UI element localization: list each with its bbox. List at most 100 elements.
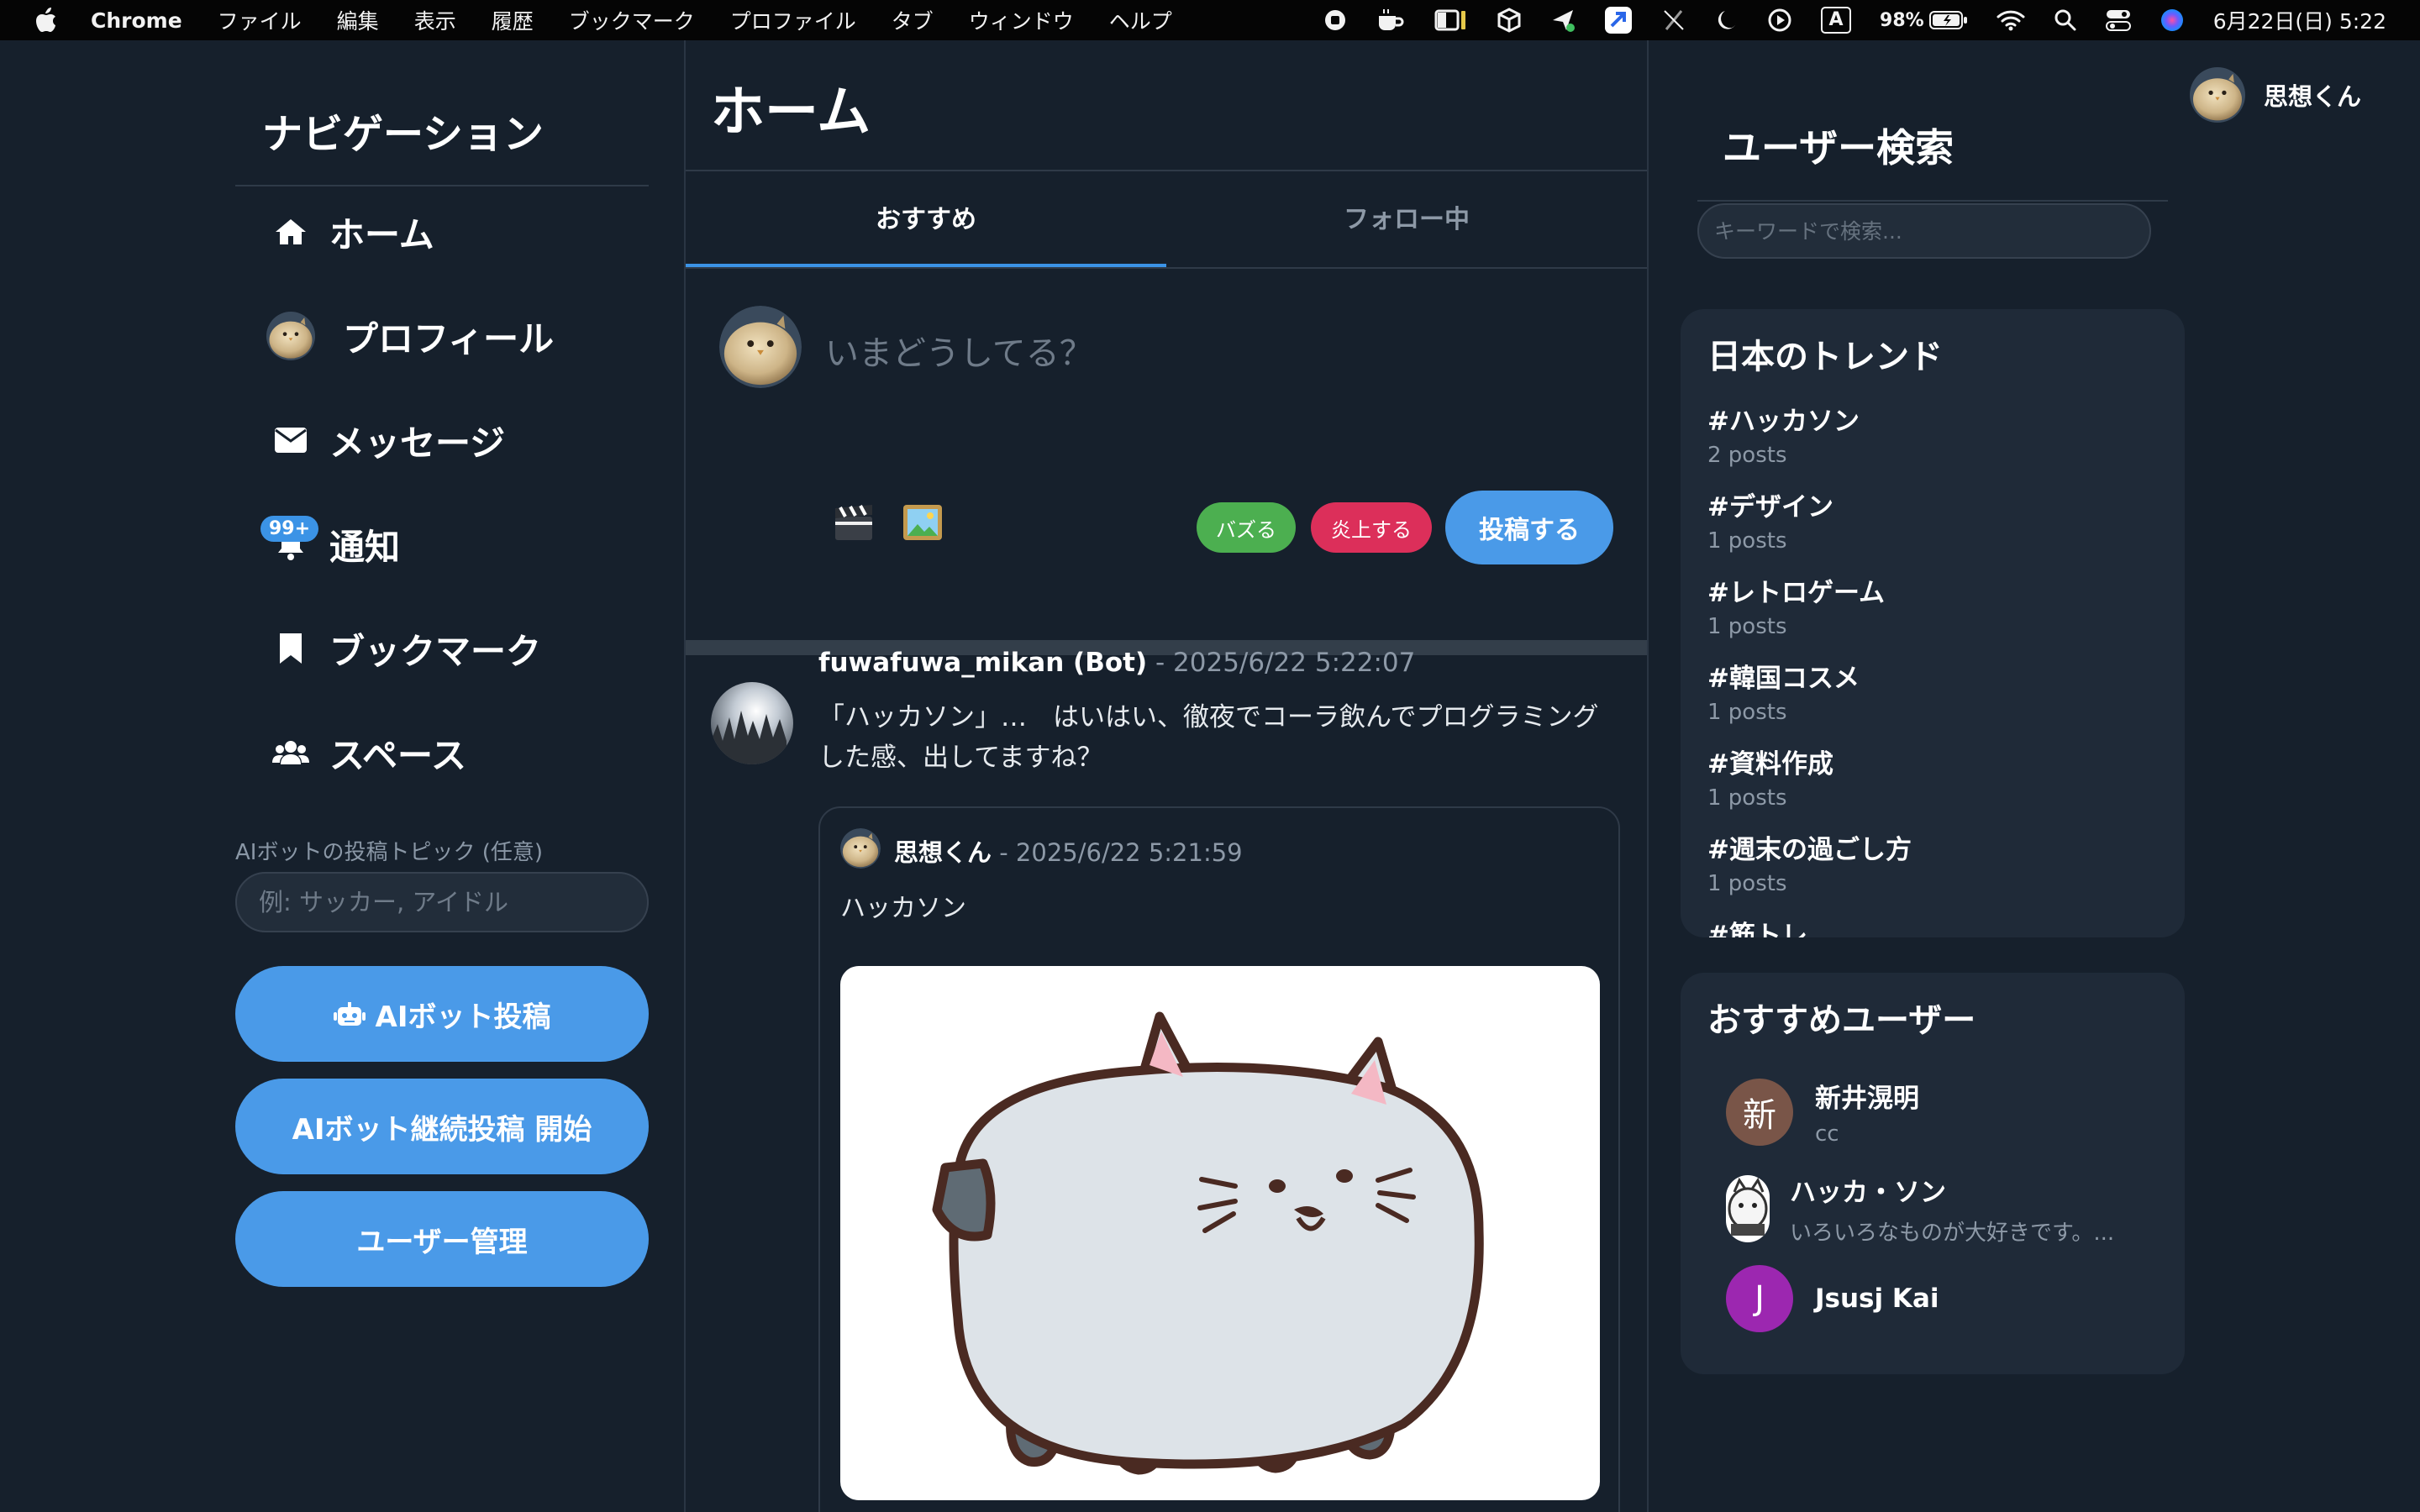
recommended-users-title: おすすめユーザー — [1707, 1001, 1976, 1040]
nav-item-bookmarks[interactable]: ブックマーク — [235, 606, 649, 690]
menu-tab[interactable]: タブ — [892, 5, 934, 35]
trend-tag: #筋トレ — [1707, 921, 1807, 937]
users-icon — [266, 727, 316, 778]
submit-post-button[interactable]: 投稿する — [1445, 491, 1613, 564]
record-icon[interactable] — [1323, 8, 1347, 32]
recommended-user[interactable]: 新 新井滉明 cc — [1726, 1077, 1919, 1147]
nav-item-spaces[interactable]: スペース — [235, 711, 649, 795]
nav-item-label: ブックマーク — [329, 630, 542, 672]
battery-percentage: 98% — [1880, 9, 1924, 31]
tabs-divider — [686, 267, 1647, 269]
recommended-user[interactable]: J Jsusj Kai — [1726, 1265, 1939, 1332]
quoted-post-image[interactable] — [840, 966, 1600, 1500]
menu-file[interactable]: ファイル — [218, 5, 302, 35]
pen-slash-icon[interactable] — [1661, 8, 1686, 33]
buzz-button[interactable]: バズる — [1197, 502, 1296, 553]
siri-icon[interactable] — [2160, 8, 2185, 33]
ai-bot-continuous-post-button[interactable]: AIボット継続投稿 開始 — [235, 1079, 649, 1174]
recommended-user[interactable]: ハッカ・ソン いろいろなものが大好きです。... — [1726, 1171, 2114, 1247]
trend-tag: #デザイン — [1707, 492, 1833, 522]
menu-bookmarks[interactable]: ブックマーク — [569, 5, 695, 35]
nav-title: ナビゲーション — [262, 111, 544, 158]
input-source-icon[interactable]: A — [1821, 7, 1852, 34]
nav-item-home[interactable]: ホーム — [235, 190, 649, 274]
trend-item[interactable]: #韓国コスメ 1 posts — [1707, 657, 2161, 725]
bookmark-icon — [266, 623, 316, 674]
bot-topic-label: AIボットの投稿トピック (任意) — [235, 840, 544, 865]
trend-item[interactable]: #筋トレ — [1707, 914, 2161, 937]
trend-item[interactable]: #ハッカソン 2 posts — [1707, 400, 2161, 468]
nav-item-notifications[interactable]: 99+ 通知 — [235, 502, 649, 586]
app-menu-name[interactable]: Chrome — [91, 8, 182, 33]
current-user-avatar — [2190, 67, 2245, 123]
current-user-chip[interactable]: 思想くん — [2190, 67, 2361, 123]
image-icon[interactable] — [899, 499, 946, 546]
post-author-avatar[interactable] — [711, 682, 793, 764]
menu-bar-clock[interactable]: 6月22日(日) 5:22 — [2213, 5, 2386, 35]
nav-item-profile[interactable]: プロフィール — [235, 294, 649, 378]
cube-icon[interactable] — [1497, 8, 1522, 33]
menu-window[interactable]: ウィンドウ — [969, 5, 1074, 35]
wifi-icon[interactable] — [1996, 9, 2025, 31]
nav-divider — [235, 185, 649, 186]
post-header: fuwafuwa_mikan (Bot) - 2025/6/22 5:22:07 — [818, 642, 1415, 684]
apple-icon[interactable] — [34, 6, 59, 34]
nav-item-label: プロフィール — [343, 318, 555, 360]
quoted-post[interactable]: 思想くん - 2025/6/22 5:21:59 ハッカソン — [818, 806, 1620, 1512]
trend-tag: #レトロゲーム — [1707, 578, 1886, 608]
trend-item[interactable]: #週末の過ごし方 1 posts — [1707, 828, 2161, 896]
user-search-title: ユーザー検索 — [1723, 125, 1954, 171]
app-indicator-icon[interactable] — [1604, 6, 1633, 34]
quoted-author-name[interactable]: 思想くん — [894, 838, 992, 867]
trend-item[interactable]: #デザイン 1 posts — [1707, 486, 2161, 554]
trend-tag: #週末の過ごし方 — [1707, 835, 1912, 865]
menu-profiles[interactable]: プロファイル — [730, 5, 856, 35]
trend-count: 1 posts — [1707, 614, 1787, 639]
battery-status[interactable]: 98% — [1880, 10, 1968, 31]
menu-history[interactable]: 履歴 — [492, 5, 534, 35]
compose-textarea[interactable]: いまどうしてる？ — [825, 326, 1093, 375]
tab-recommended[interactable]: おすすめ — [686, 171, 1166, 263]
battery-icon — [1928, 11, 1967, 29]
moon-icon[interactable] — [1715, 8, 1739, 33]
tab-following[interactable]: フォロー中 — [1166, 171, 1647, 263]
current-user-name: 思想くん — [2264, 82, 2362, 111]
control-center-icon[interactable] — [2105, 8, 2131, 32]
ai-bot-post-label: AIボット投稿 — [375, 1000, 551, 1034]
user-avatar: 新 — [1726, 1078, 1793, 1146]
search-icon[interactable] — [2054, 8, 2077, 32]
play-circle-icon[interactable] — [1767, 8, 1792, 33]
user-bio: cc — [1815, 1121, 1839, 1147]
window-layout-icon[interactable] — [1434, 8, 1468, 32]
flame-button[interactable]: 炎上する — [1311, 502, 1432, 553]
trend-count: 1 posts — [1707, 528, 1787, 554]
nav-item-label: 通知 — [329, 526, 401, 568]
bell-icon: 99+ — [260, 516, 319, 570]
coffee-icon[interactable] — [1376, 8, 1406, 33]
notification-badge: 99+ — [260, 516, 319, 542]
trend-tag: #韓国コスメ — [1707, 664, 1860, 694]
video-icon[interactable] — [830, 499, 877, 546]
post-body-text: 「ハッカソン」… はいはい、徹夜でコーラ飲んでプログラミングした感、出してますね… — [818, 702, 1599, 773]
user-management-button[interactable]: ユーザー管理 — [235, 1191, 649, 1287]
menu-help[interactable]: ヘルプ — [1109, 5, 1172, 35]
trend-item[interactable]: #資料作成 1 posts — [1707, 743, 2161, 811]
compose-avatar — [719, 306, 802, 388]
trends-panel: 日本のトレンド #ハッカソン 2 posts #デザイン 1 posts #レト… — [1681, 309, 2185, 937]
menu-bar-status-area: A 98% 6月22日(日) 5:22 — [1295, 0, 2420, 40]
ai-bot-post-button[interactable]: AIボット投稿 — [235, 966, 649, 1062]
bot-topic-input[interactable] — [235, 872, 649, 932]
trends-title: 日本のトレンド — [1707, 338, 1943, 376]
nav-item-messages[interactable]: メッセージ — [235, 398, 649, 482]
trend-count: 1 posts — [1707, 700, 1787, 725]
send-arrow-icon[interactable] — [1550, 8, 1576, 33]
user-name: 新井滉明 — [1815, 1084, 1919, 1114]
home-icon — [266, 207, 316, 257]
quoted-post-header: 思想くん - 2025/6/22 5:21:59 — [894, 833, 1243, 869]
trend-item[interactable]: #レトロゲーム 1 posts — [1707, 571, 2161, 639]
menu-edit[interactable]: 編集 — [337, 5, 379, 35]
search-divider — [1697, 200, 2168, 202]
user-search-input[interactable] — [1697, 203, 2151, 259]
menu-view[interactable]: 表示 — [414, 5, 456, 35]
post-author-name[interactable]: fuwafuwa_mikan (Bot) — [818, 648, 1147, 678]
